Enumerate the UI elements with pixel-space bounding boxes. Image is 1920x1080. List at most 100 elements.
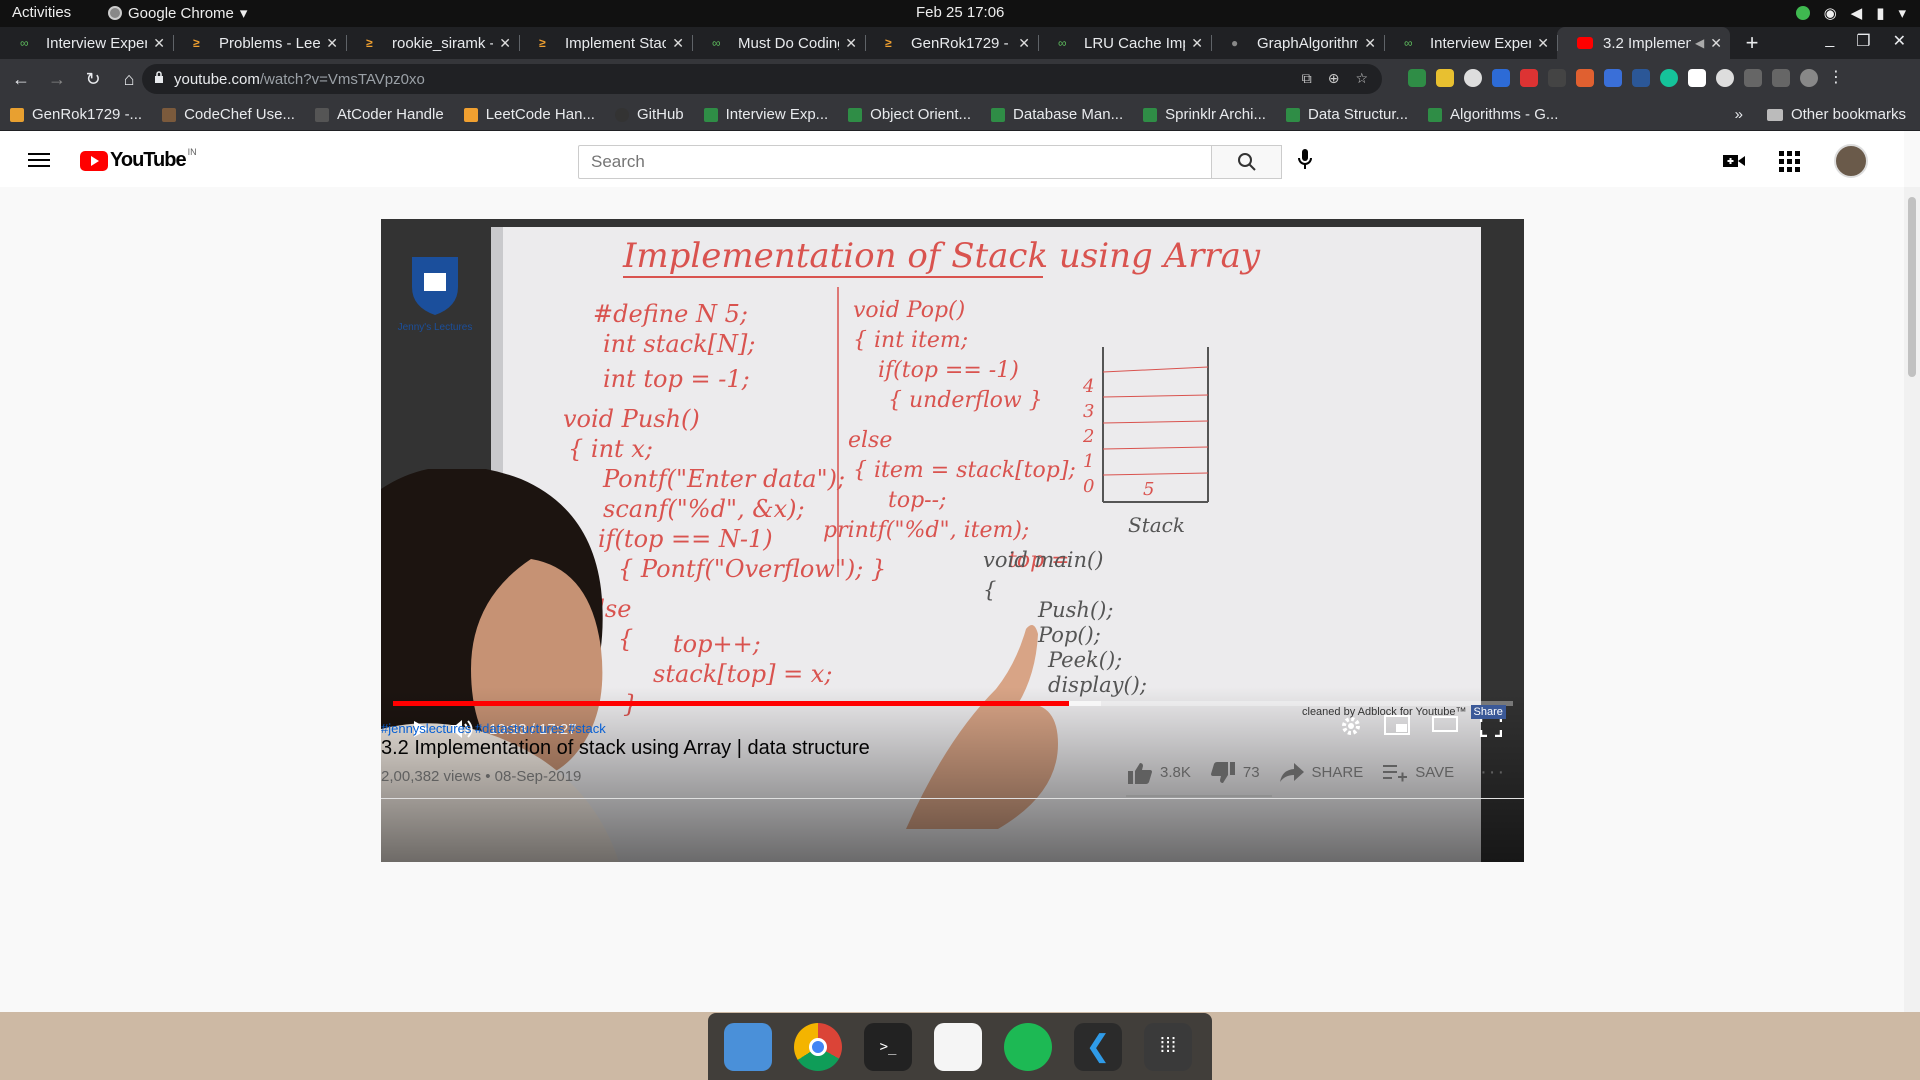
address-bar[interactable]: youtube.com/watch?v=VmsTAVpz0xo ⧉ ⊕ ☆	[142, 64, 1382, 94]
stack-diagram	[1102, 347, 1209, 503]
new-tab-button[interactable]: +	[1730, 27, 1774, 59]
spotify-icon[interactable]	[1004, 1022, 1052, 1071]
chrome-icon	[108, 6, 122, 20]
kebab-menu-icon[interactable]: ⋮	[1828, 69, 1844, 87]
video-hashtags[interactable]: #jennyslectures #datastructures #stack	[381, 721, 606, 736]
miniplayer-icon[interactable]	[1384, 715, 1410, 735]
browser-tab[interactable]: ∞ Interview Exper ✕	[0, 27, 173, 59]
zoom-icon[interactable]: ⊕	[1328, 70, 1340, 87]
bookmark[interactable]: Sprinklr Archi...	[1133, 106, 1276, 123]
grammarly-icon[interactable]	[1660, 69, 1678, 87]
close-icon[interactable]: ✕	[499, 35, 511, 52]
search-button[interactable]	[1212, 145, 1282, 179]
browser-tab[interactable]: ≥ rookie_siramk - ✕	[346, 27, 519, 59]
extension-icon[interactable]	[1632, 69, 1650, 87]
back-icon[interactable]: ←	[6, 69, 36, 90]
apps-icon[interactable]	[1779, 150, 1800, 172]
browser-tab[interactable]: ≥ Problems - Leet ✕	[173, 27, 346, 59]
extension-icon[interactable]	[1464, 69, 1482, 87]
extension-icon[interactable]	[1576, 69, 1594, 87]
app-grid-icon[interactable]: ⁞⁞⁞	[1144, 1022, 1192, 1071]
close-icon[interactable]: ✕	[1710, 35, 1722, 52]
close-icon[interactable]: ✕	[1018, 35, 1030, 52]
extension-icon[interactable]	[1520, 69, 1538, 87]
translate-extension-icon[interactable]	[1604, 69, 1622, 87]
extension-icon[interactable]	[1492, 69, 1510, 87]
browser-tab[interactable]: ∞ Must Do Coding ✕	[692, 27, 865, 59]
dislike-button[interactable]: 73	[1210, 761, 1260, 784]
audio-icon[interactable]: ◀	[1695, 36, 1704, 50]
clock[interactable]: Feb 25 17:06	[916, 4, 1004, 21]
browser-tab[interactable]: ● GraphAlgorithm ✕	[1211, 27, 1384, 59]
bookmark[interactable]: Data Structur...	[1276, 106, 1418, 123]
system-tray[interactable]: ◉ ◀ ▮ ▾	[1795, 4, 1906, 22]
more-bookmarks-button[interactable]: »	[1735, 106, 1743, 123]
microphone-icon[interactable]	[1298, 149, 1312, 169]
url-host: youtube.com	[174, 70, 260, 88]
page-scrollbar[interactable]	[1904, 187, 1920, 1012]
profile-extension-icon[interactable]	[1716, 69, 1734, 87]
search-input[interactable]	[578, 145, 1212, 179]
channel-logo-text: Jenny's Lectures	[397, 322, 473, 333]
browser-tab[interactable]: ∞ LRU Cache Impl ✕	[1038, 27, 1211, 59]
close-icon[interactable]: ✕	[1537, 35, 1549, 52]
close-icon[interactable]: ✕	[672, 35, 684, 52]
extension-icon[interactable]	[1436, 69, 1454, 87]
puzzle-icon[interactable]	[1744, 69, 1762, 87]
medium-extension-icon[interactable]	[1688, 69, 1706, 87]
restore-icon[interactable]: ❐	[1856, 31, 1870, 51]
open-in-app-icon[interactable]: ⧉	[1302, 70, 1312, 87]
finder-icon[interactable]	[724, 1022, 772, 1071]
settings-gear-icon[interactable]	[1340, 715, 1362, 737]
bookmark[interactable]: GenRok1729 -...	[0, 106, 152, 123]
reload-icon[interactable]: ↻	[78, 69, 108, 90]
bookmark[interactable]: Interview Exp...	[694, 106, 839, 123]
bookmark[interactable]: Algorithms - G...	[1418, 106, 1568, 123]
bookmark[interactable]: CodeChef Use...	[152, 106, 305, 123]
forward-icon[interactable]: →	[42, 69, 72, 90]
vscode-icon[interactable]: ❮	[1074, 1022, 1122, 1071]
bookmark-star-icon[interactable]: ☆	[1355, 70, 1368, 87]
bookmark[interactable]: LeetCode Han...	[454, 106, 605, 123]
evernote-extension-icon[interactable]	[1408, 69, 1426, 87]
scrollbar-thumb[interactable]	[1908, 197, 1916, 377]
terminal-icon[interactable]: >_	[864, 1022, 912, 1071]
chrome-icon[interactable]	[794, 1022, 842, 1071]
browser-tab-active[interactable]: 3.2 Implemen ◀ ✕	[1557, 27, 1730, 59]
create-video-icon[interactable]	[1723, 153, 1745, 169]
close-icon[interactable]: ✕	[845, 35, 857, 52]
reading-list-icon[interactable]	[1772, 69, 1790, 87]
close-icon[interactable]: ✕	[153, 35, 165, 52]
youtube-logo[interactable]: YouTube IN	[80, 147, 197, 172]
browser-tab[interactable]: ∞ Interview Exper ✕	[1384, 27, 1557, 59]
home-icon[interactable]: ⌂	[114, 69, 144, 90]
bookmark[interactable]: Database Man...	[981, 106, 1133, 123]
leetcode-icon: ≥	[193, 36, 200, 50]
browser-tab[interactable]: ≥ Implement Stac ✕	[519, 27, 692, 59]
adblock-share-button[interactable]: Share	[1470, 705, 1506, 719]
minimize-icon[interactable]: _	[1825, 31, 1834, 51]
bookmark[interactable]: GitHub	[605, 106, 694, 123]
save-button[interactable]: SAVE	[1383, 763, 1454, 783]
github-icon	[614, 107, 629, 122]
account-avatar-icon[interactable]	[1800, 69, 1818, 87]
other-bookmarks[interactable]: Other bookmarks	[1766, 106, 1906, 123]
close-icon[interactable]: ✕	[1191, 35, 1203, 52]
share-button[interactable]: SHARE	[1279, 762, 1363, 783]
like-button[interactable]: 3.8K	[1128, 762, 1191, 784]
hamburger-menu-icon[interactable]	[28, 153, 50, 167]
stack-index: 2	[1082, 426, 1094, 447]
close-icon[interactable]: ✕	[326, 35, 338, 52]
browser-tab[interactable]: ≥ GenRok1729 - L ✕	[865, 27, 1038, 59]
close-icon[interactable]: ✕	[1364, 35, 1376, 52]
bookmark[interactable]: AtCoder Handle	[305, 106, 454, 123]
bookmark[interactable]: Object Orient...	[838, 106, 981, 123]
close-window-icon[interactable]: ✕	[1893, 31, 1906, 51]
stack-index: 4	[1082, 376, 1094, 397]
more-actions-icon[interactable]: ···	[1480, 761, 1506, 784]
extension-icon[interactable]	[1548, 69, 1566, 87]
app-menu[interactable]: Google Chrome ▾	[108, 4, 247, 22]
activities-button[interactable]: Activities	[12, 4, 71, 21]
avatar[interactable]	[1834, 144, 1868, 178]
notes-icon[interactable]	[934, 1022, 982, 1071]
